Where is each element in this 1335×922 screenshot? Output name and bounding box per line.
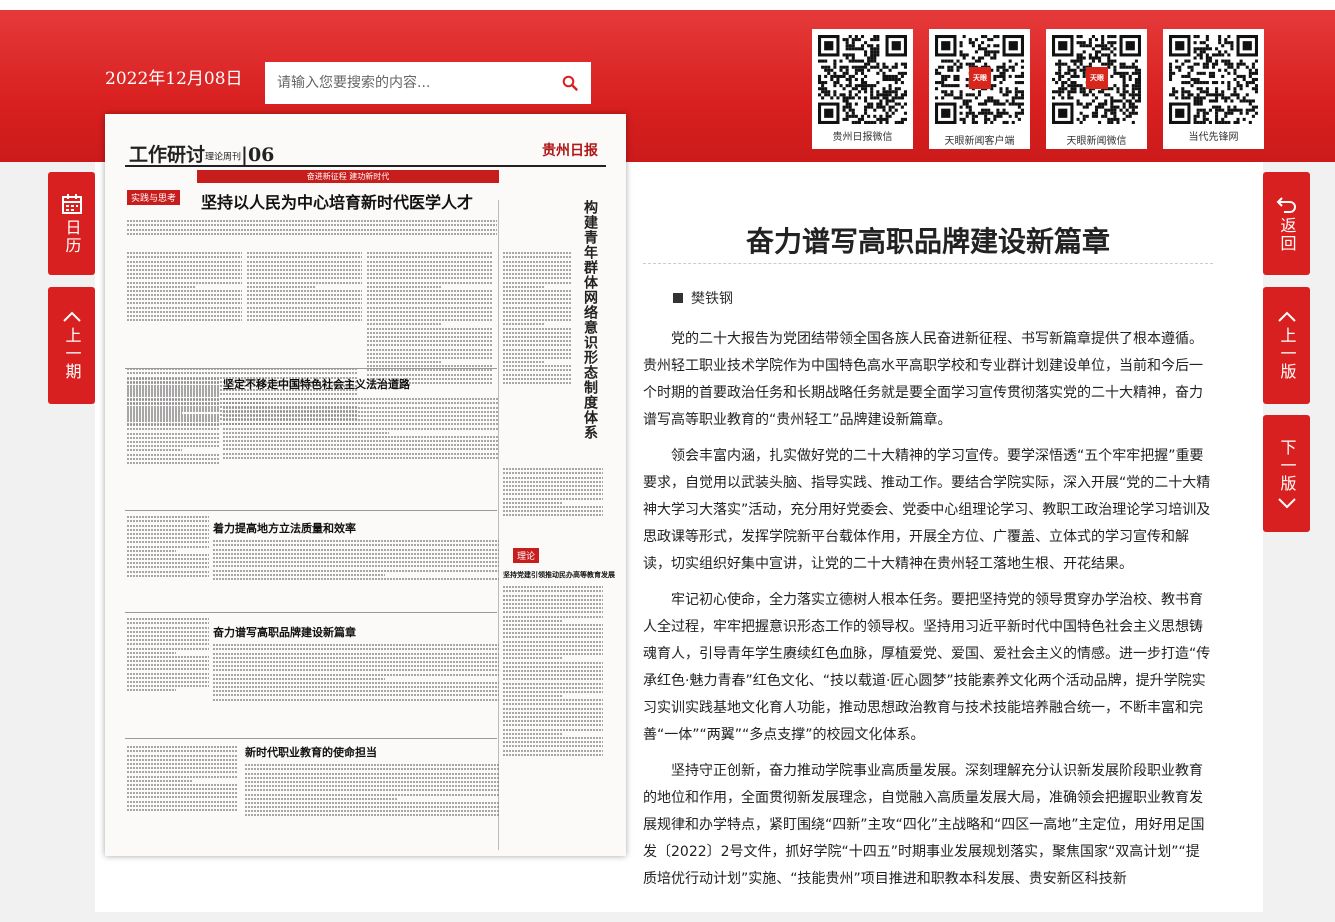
np-rule (125, 165, 606, 167)
qr-card-guizhou-daily-wechat[interactable]: 贵州日报微信 (812, 29, 913, 149)
qr-card-dangdai-xianfeng[interactable]: 当代先锋网 (1163, 29, 1264, 149)
chevron-down-icon (1277, 497, 1296, 508)
np-text-block (245, 762, 499, 850)
issue-date: 2022年12月08日 (105, 69, 243, 89)
np-text-block (127, 376, 219, 516)
np-text-block (127, 744, 237, 850)
np-text-block (503, 250, 571, 460)
np-section-rule (125, 612, 497, 613)
return-icon (1276, 196, 1296, 213)
prev-issue-label: 上一期 (62, 326, 82, 381)
qr-code-icon (818, 35, 907, 124)
np-text-block (127, 250, 242, 362)
np-vertical-headline[interactable]: 构建青年群体网络意识形态制度体系 (580, 200, 600, 440)
back-label: 返回 (1277, 216, 1297, 253)
top-strip (0, 0, 1335, 10)
np-headline[interactable]: 新时代职业教育的使命担当 (245, 744, 377, 760)
next-page-label: 下一版 (1277, 438, 1297, 493)
np-section-rule (125, 368, 497, 369)
qr-card-tianyan-app[interactable]: 天眼 天眼新闻客户端 (929, 29, 1030, 149)
article-body: 党的二十大报告为党团结带领全国各族人民奋进新征程、书写新篇章提供了根本遵循。贵州… (643, 326, 1213, 902)
qr-card-tianyan-wechat[interactable]: 天眼 天眼新闻微信 (1046, 29, 1147, 149)
np-banner: 奋进新征程 建功新时代 (197, 170, 499, 183)
np-text-block (127, 218, 497, 246)
calendar-label: 日历 (62, 218, 82, 255)
article-paragraph: 坚持守正创新，奋力推动学院事业高质量发展。深刻理解充分认识新发展阶段职业教育的地… (643, 763, 1205, 887)
np-text-block (503, 466, 603, 544)
article-paragraph: 牢记初心使命，全力落实立德树人根本任务。要把坚持党的领导贯穿办学治校、教书育人全… (643, 592, 1211, 743)
title-divider (643, 263, 1213, 264)
np-tag: 理论 (513, 548, 540, 563)
np-headline[interactable]: 着力提高地方立法质量和效率 (213, 520, 356, 536)
search-icon (562, 75, 578, 91)
np-headline[interactable]: 坚定不移走中国特色社会主义法治道路 (223, 376, 410, 392)
article-paragraph: 党的二十大报告为党团结带领全国各族人民奋进新征程、书写新篇章提供了根本遵循。贵州… (643, 331, 1203, 428)
next-page-button[interactable]: 下一版 (1263, 415, 1310, 532)
article-paragraph: 领会丰富内涵，扎实做好党的二十大精神的学习宣传。要学深悟透“五个牢牢把握”重要要… (643, 448, 1211, 572)
prev-page-label: 上一版 (1277, 326, 1297, 381)
np-tag: 实践与思考 (127, 190, 181, 205)
np-text-block (127, 514, 209, 614)
qr-code-icon (1169, 35, 1258, 124)
prev-issue-button[interactable]: 上一期 (48, 287, 95, 404)
qr-label: 天眼新闻客户端 (944, 136, 1015, 147)
np-text-block (213, 642, 499, 734)
np-headline[interactable]: 坚持以人民为中心培育新时代医学人才 (201, 189, 473, 213)
calendar-button[interactable]: 日历 (48, 172, 95, 275)
np-text-block (503, 584, 603, 850)
back-button[interactable]: 返回 (1263, 172, 1310, 275)
np-text-block (127, 616, 209, 736)
article-author: 樊铁钢 (673, 288, 733, 308)
np-text-block (223, 396, 499, 496)
search-button[interactable] (549, 62, 591, 104)
search-input[interactable] (265, 63, 549, 103)
np-column-rule (498, 200, 499, 850)
author-marker (673, 293, 683, 303)
qr-label: 贵州日报微信 (832, 132, 893, 143)
np-section-rule (125, 510, 497, 511)
qr-label: 当代先锋网 (1188, 132, 1239, 143)
article-title: 奋力谱写高职品牌建设新篇章 (745, 225, 1110, 258)
np-logo: 贵州日报 (542, 143, 598, 159)
newspaper-page-thumbnail[interactable]: 工作研讨理论周刊|06 贵州日报 奋进新征程 建功新时代 实践与思考 坚持以人民… (105, 114, 626, 856)
np-headline[interactable]: 坚持党建引领推动民办高等教育发展 (503, 570, 615, 580)
prev-page-button[interactable]: 上一版 (1263, 287, 1310, 404)
np-headline[interactable]: 奋力谱写高职品牌建设新篇章 (213, 624, 356, 640)
np-text-block (213, 538, 499, 608)
search-box (265, 62, 591, 104)
qr-badge: 天眼 (1086, 67, 1108, 89)
np-section-rule (125, 738, 497, 739)
np-text-block (247, 250, 362, 362)
qr-label: 天眼新闻微信 (1066, 136, 1127, 147)
chevron-up-icon (62, 311, 81, 322)
chevron-up-icon (1277, 311, 1296, 322)
qr-badge: 天眼 (969, 67, 991, 89)
calendar-icon (61, 193, 82, 214)
np-section-header: 工作研讨理论周刊|06 (129, 144, 275, 166)
